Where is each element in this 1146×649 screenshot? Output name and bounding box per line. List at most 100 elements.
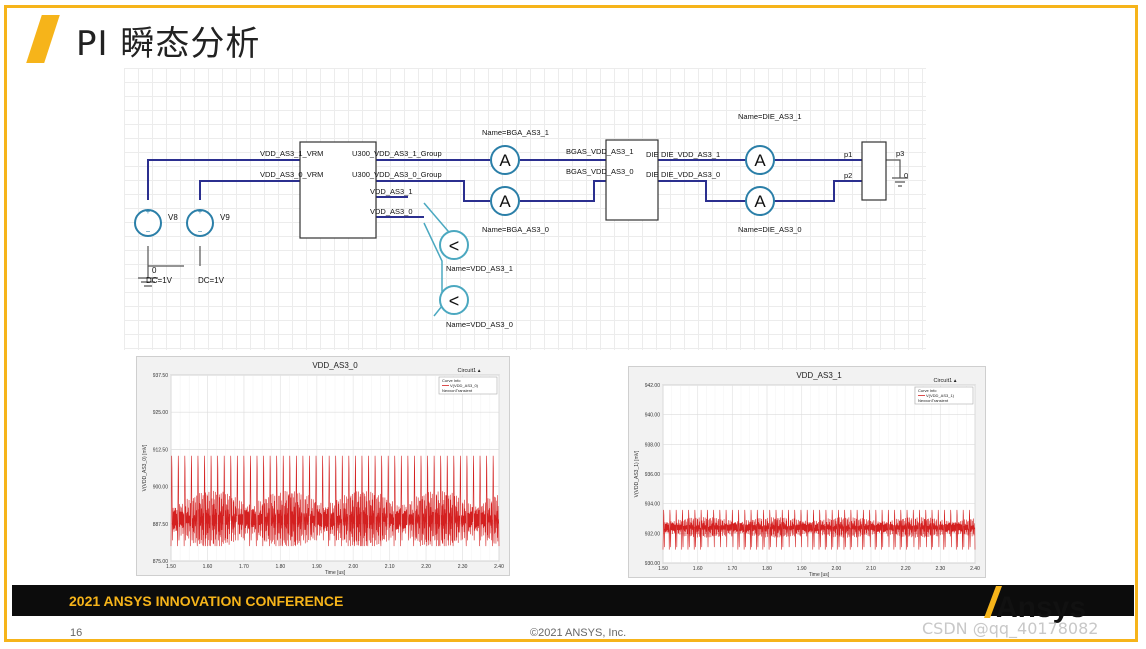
pin-vdd0: VDD_AS3_0 — [370, 207, 413, 216]
x-tick-label: 2.40 — [970, 566, 980, 572]
x-tick-label: 1.60 — [203, 564, 213, 570]
legend-title: Circuit1 ▴ — [458, 368, 481, 374]
x-tick-label: 1.80 — [762, 566, 772, 572]
pin-die-vdd1: DIE_VDD_AS3_1 — [661, 150, 720, 159]
plot-vdd-as3-0-svg: 1.50 1.60 1.70 1.80 1.90 2.00 2.10 2.20 2.30 2.40… — [142, 361, 504, 576]
svg-text:−: − — [198, 227, 203, 236]
y-tick-label: 938.00 — [645, 442, 661, 448]
ammeter-bga-1: A — [490, 145, 520, 175]
slide-title: PI 瞬态分析 — [76, 24, 261, 64]
x-tick-label: 1.60 — [693, 566, 703, 572]
port-pin-p1: p1 — [844, 150, 852, 159]
page-number: 16 — [70, 627, 83, 639]
ammeter-bga-0-label: Name=BGA_AS3_0 — [482, 225, 549, 234]
x-tick-label: 2.00 — [831, 566, 841, 572]
voltmeter-vdd-1-label: Name=VDD_AS3_1 — [446, 264, 513, 273]
x-axis-label: Time [us] — [325, 570, 346, 575]
plot-vdd-as3-0: 1.50 1.60 1.70 1.80 1.90 2.00 2.10 2.20 2.30 2.40… — [136, 356, 510, 576]
y-tick-label: 912.50 — [153, 447, 169, 453]
y-tick-label: 930.00 — [645, 561, 661, 567]
y-tick-label: 875.00 — [153, 559, 169, 565]
ammeter-bga-0: A — [490, 186, 520, 216]
x-tick-label: 1.80 — [275, 564, 285, 570]
y-tick-label: 887.50 — [153, 522, 169, 528]
ammeter-bga-1-label: Name=BGA_AS3_1 — [482, 128, 549, 137]
x-tick-label: 1.90 — [312, 564, 322, 570]
legend-title: Circuit1 ▴ — [934, 378, 957, 384]
svg-text:+: + — [146, 207, 151, 216]
pin-out-group0: U300_VDD_AS3_0_Group — [352, 170, 442, 179]
port-pin-p2: p2 — [844, 171, 852, 180]
ammeter-die-0-label: Name=DIE_AS3_0 — [738, 225, 802, 234]
port-ground-label: 0 — [904, 171, 908, 180]
voltmeter-vdd-1-glyph: < — [449, 236, 460, 256]
y-tick-label: 936.00 — [645, 472, 661, 478]
x-tick-label: 1.90 — [797, 566, 807, 572]
y-tick-label: 937.50 — [153, 373, 169, 379]
watermark: CSDN @qq_40178082 — [922, 619, 1099, 638]
pin-bgas1: BGAS_VDD_AS3_1 — [566, 147, 634, 156]
wire-bga-to-b2-0 — [520, 180, 606, 202]
ammeter-bga-1-glyph: A — [499, 151, 511, 170]
ammeter-die-1-glyph: A — [754, 151, 766, 170]
source-v8-name: V8 — [168, 213, 178, 222]
source-v9: + − — [186, 207, 214, 237]
pin-bgas0: BGAS_VDD_AS3_0 — [566, 167, 634, 176]
svg-text:−: − — [146, 227, 151, 236]
voltmeter-vdd-1: < — [439, 230, 469, 260]
x-tick-label: 2.20 — [421, 564, 431, 570]
schematic-svg: + − + − V8 V9 DC=1V DC=1V 0 VDD_AS3_1_VR… — [134, 112, 908, 329]
x-tick-label: 1.70 — [727, 566, 737, 572]
x-tick-label: 2.40 — [494, 564, 504, 570]
x-tick-label: 2.00 — [348, 564, 358, 570]
voltmeter-vdd-0-glyph: < — [449, 291, 460, 311]
chart-title: VDD_AS3_1 — [796, 371, 842, 380]
pin-vrm1: VDD_AS3_1_VRM — [260, 149, 323, 158]
x-tick-label: 2.20 — [901, 566, 911, 572]
wire-b2-to-die-0 — [658, 180, 746, 202]
plot-vdd-as3-1: 1.50 1.60 1.70 1.80 1.90 2.00 2.10 2.20 2.30 2.40… — [628, 366, 986, 578]
y-axis-label: V(VDD_AS3_1) [mV] — [634, 450, 640, 497]
source-v9-name: V9 — [220, 213, 230, 222]
ammeter-die-1-label: Name=DIE_AS3_1 — [738, 112, 802, 121]
pin-out-group1: U300_VDD_AS3_1_Group — [352, 149, 442, 158]
plot-vdd-as3-1-svg: 1.50 1.60 1.70 1.80 1.90 2.00 2.10 2.20 2.30 2.40… — [634, 371, 980, 578]
ammeter-die-1: A — [745, 145, 775, 175]
wire-vrm0 — [199, 180, 300, 200]
y-tick-label: 940.00 — [645, 413, 661, 419]
x-axis-label: Time [us] — [809, 572, 830, 577]
schematic-canvas: + − + − V8 V9 DC=1V DC=1V 0 VDD_AS3_1_VR… — [124, 68, 926, 350]
pin-die-b: DIE — [646, 170, 659, 179]
port-block — [861, 141, 887, 201]
x-tick-label: 2.10 — [866, 566, 876, 572]
y-axis-label: V(VDD_AS3_0) [mV] — [142, 444, 148, 491]
pin-vdd1: VDD_AS3_1 — [370, 187, 413, 196]
y-tick-label: 900.00 — [153, 485, 169, 491]
ammeter-die-0-glyph: A — [754, 192, 766, 211]
y-tick-label: 942.00 — [645, 383, 661, 389]
footer-bar: 2021 ANSYS INNOVATION CONFERENCE — [12, 585, 1134, 616]
source-v9-param: DC=1V — [198, 276, 225, 285]
copyright: ©2021 ANSYS, Inc. — [530, 627, 627, 639]
voltmeter-vdd-0-label: Name=VDD_AS3_0 — [446, 320, 513, 329]
y-tick-label: 934.00 — [645, 502, 661, 508]
pin-die-vdd0: DIE_VDD_AS3_0 — [661, 170, 720, 179]
ammeter-die-0: A — [745, 186, 775, 216]
ground-label: 0 — [152, 266, 157, 275]
pin-vrm0: VDD_AS3_0_VRM — [260, 170, 323, 179]
source-v8: + − — [134, 207, 162, 237]
x-tick-label: 1.70 — [239, 564, 249, 570]
voltmeter-vdd-0: < — [439, 285, 469, 315]
y-tick-label: 932.00 — [645, 531, 661, 537]
pin-die-a: DIE — [646, 150, 659, 159]
legend-entry: NexxonTransient — [918, 398, 949, 403]
x-tick-label: 2.10 — [385, 564, 395, 570]
y-tick-label: 925.00 — [153, 410, 169, 416]
conference-name: 2021 ANSYS INNOVATION CONFERENCE — [69, 593, 344, 609]
ammeter-bga-0-glyph: A — [499, 192, 511, 211]
x-tick-label: 2.30 — [935, 566, 945, 572]
port-pin-p3: p3 — [896, 149, 904, 158]
svg-text:+: + — [198, 207, 203, 216]
legend-entry: NexxonTransient — [442, 388, 473, 393]
source-v8-param: DC=1V — [146, 276, 173, 285]
